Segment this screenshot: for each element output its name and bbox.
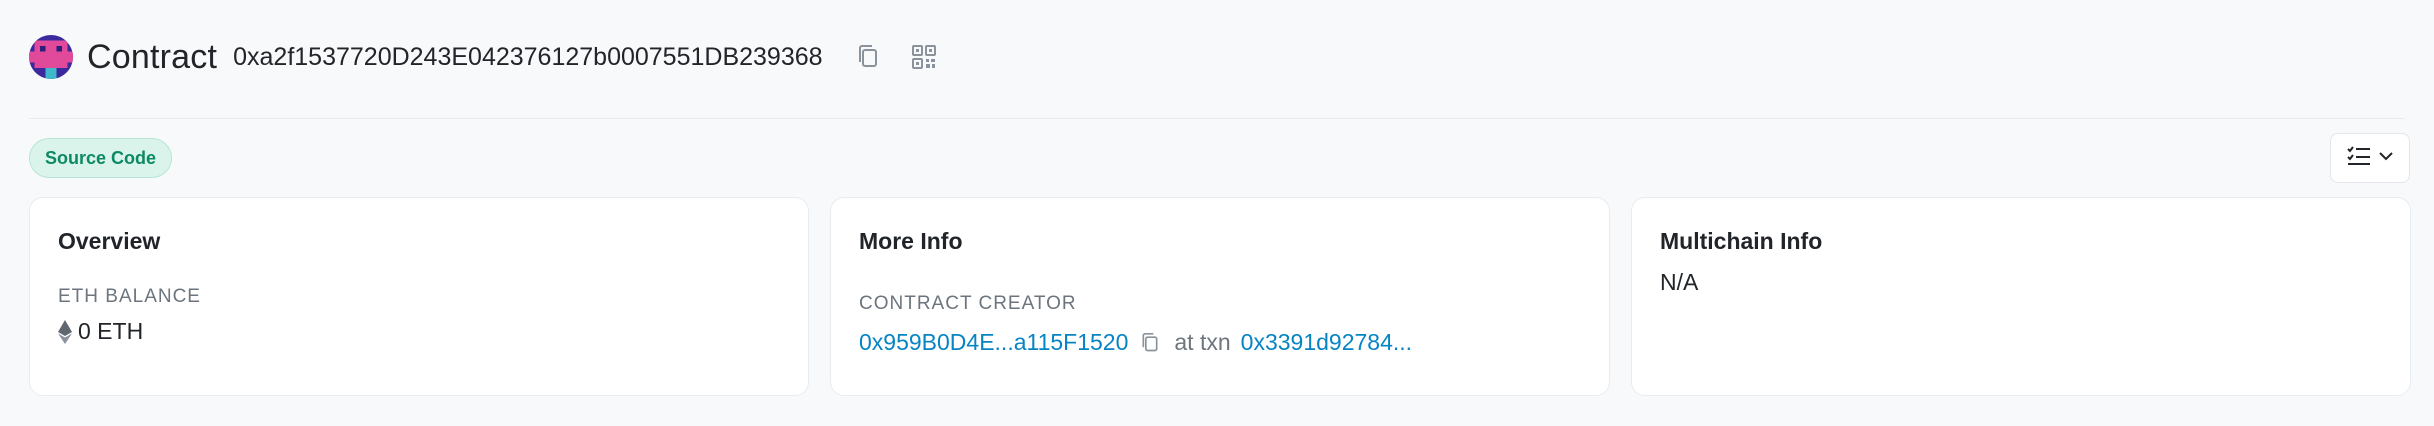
list-check-icon xyxy=(2346,145,2372,172)
eth-balance: 0 ETH xyxy=(58,318,780,345)
copy-icon[interactable] xyxy=(1140,332,1160,354)
copy-icon[interactable] xyxy=(853,42,883,72)
at-txn-text: at txn xyxy=(1174,329,1231,355)
view-options-button[interactable] xyxy=(2330,133,2410,183)
page-title: Contract xyxy=(87,37,218,76)
header-divider xyxy=(29,118,2405,119)
multichain-info-title: Multichain Info xyxy=(1660,228,1823,254)
overview-title: Overview xyxy=(58,228,161,254)
source-code-badge[interactable]: Source Code xyxy=(29,138,173,178)
overview-card: Overview ETH BALANCE 0 ETH xyxy=(29,197,809,396)
contract-address: 0xa2f1537720D243E042376127b0007551DB2393… xyxy=(233,42,823,71)
multichain-info-value: N/A xyxy=(1660,269,1699,295)
contract-avatar xyxy=(29,35,73,79)
qr-code-icon[interactable] xyxy=(909,42,939,72)
more-info-title: More Info xyxy=(859,228,963,254)
ethereum-icon xyxy=(58,319,72,344)
txn-hash-link[interactable]: 0x3391d92784... xyxy=(1241,329,1412,356)
chevron-down-icon xyxy=(2378,149,2394,167)
page-header: Contract 0xa2f1537720D243E042376127b0007… xyxy=(29,34,939,80)
more-info-card: More Info CONTRACT CREATOR 0x959B0D4E...… xyxy=(830,197,1610,396)
eth-balance-label: ETH BALANCE xyxy=(58,286,201,307)
contract-creator-row: 0x959B0D4E...a115F1520 at txn 0x3391d927… xyxy=(859,329,1581,356)
multichain-info-card: Multichain Info N/A xyxy=(1631,197,2411,396)
eth-balance-value: 0 ETH xyxy=(78,318,144,344)
creator-address-link[interactable]: 0x959B0D4E...a115F1520 xyxy=(859,329,1128,356)
contract-creator-label: CONTRACT CREATOR xyxy=(859,293,1077,314)
